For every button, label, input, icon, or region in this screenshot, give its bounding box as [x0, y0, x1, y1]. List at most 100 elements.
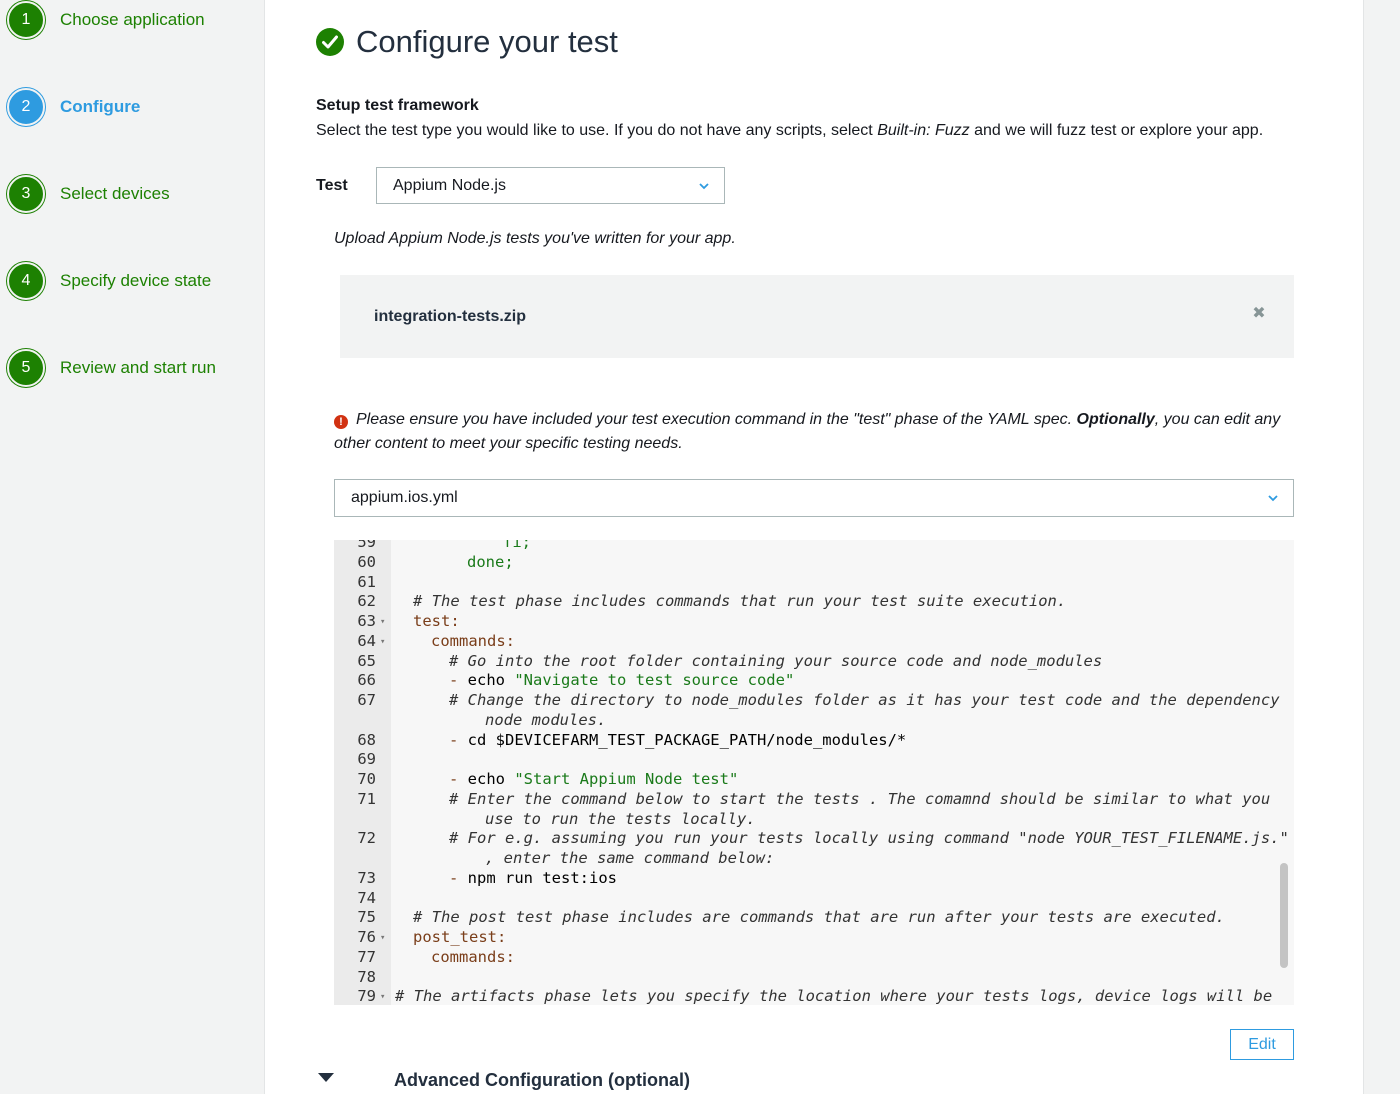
code-token: post_test: [413, 928, 507, 946]
step-configure[interactable]: 2 Configure [7, 87, 140, 127]
step-label: Configure [60, 97, 141, 116]
code-token: commands: [431, 631, 515, 650]
line-number: 61 [357, 572, 376, 591]
yaml-spec-value: appium.ios.yml [351, 489, 458, 506]
wizard-sidebar: 1 Choose application 2 Configure 3 Selec… [0, 0, 264, 1094]
line-number: 63 [357, 612, 376, 630]
error-icon: ! [334, 415, 348, 429]
code-token: "Navigate to test source code" [514, 671, 795, 690]
code-line: # The test phase includes commands that … [413, 592, 1066, 610]
warning-text: Please ensure you have included your tes… [356, 411, 1077, 428]
code-line: , enter the same command below: [485, 849, 774, 867]
code-line: # The post test phase includes are comma… [413, 908, 1225, 926]
line-number: 66 [357, 671, 376, 690]
close-icon[interactable]: ✖ [1250, 304, 1268, 322]
step-number: 4 [7, 262, 45, 300]
code-token: npm run test:ios [467, 868, 617, 887]
file-name: integration-tests.zip [374, 308, 527, 325]
upload-note: Upload Appium Node.js tests you've writt… [334, 230, 736, 247]
yaml-code-editor[interactable]: 59 fi; 60 done; 61 62 # The test phase include… [334, 540, 1294, 1005]
line-number: 75 [357, 908, 376, 927]
check-circle-icon [316, 28, 344, 56]
uploaded-file: integration-tests.zip ✖ [340, 275, 1294, 358]
fold-toggle-icon[interactable]: ▾ [380, 637, 385, 647]
code-line: use to run the tests locally. [485, 810, 756, 828]
code-line: # For e.g. assuming you run your tests l… [449, 829, 1289, 847]
editor-scrollbar[interactable] [1280, 863, 1288, 968]
test-type-select[interactable]: Appium Node.js [376, 167, 725, 204]
line-number: 71 [357, 789, 376, 808]
line-number: 60 [357, 552, 376, 571]
code-line: # The artifacts phase lets you specify t… [395, 987, 1272, 1005]
line-number: 74 [357, 888, 376, 907]
code-line: test: [413, 612, 460, 630]
fold-toggle-icon[interactable]: ▾ [380, 933, 385, 943]
code-token: use to run the tests locally. [485, 809, 756, 828]
code-line: post_test: [413, 928, 506, 946]
code-token: node modules. [485, 710, 607, 729]
code-token: fi; [503, 540, 531, 551]
yaml-spec-select[interactable]: appium.ios.yml [334, 479, 1294, 517]
title-row: Configure your test [316, 24, 618, 60]
code-token: # Change the directory to node_modules f… [449, 691, 1280, 709]
step-label: Review and start run [60, 358, 216, 377]
line-number: 65 [357, 651, 376, 670]
code-token: done; [467, 552, 514, 571]
code-line: - echo "Start Appium Node test" [449, 770, 738, 788]
line-number: 79 [357, 987, 376, 1005]
code-token: # Go into the root folder containing you… [449, 651, 1103, 670]
line-number: 59 [357, 540, 376, 551]
step-number: 3 [7, 175, 45, 213]
code-token: cd $DEVICEFARM_TEST_PACKAGE_PATH/node_mo… [467, 730, 907, 749]
code-line: - echo "Navigate to test source code" [449, 671, 794, 689]
line-number: 70 [357, 770, 376, 788]
code-line: # Go into the root folder containing you… [449, 652, 1102, 670]
code-line: # Enter the command below to start the t… [449, 790, 1270, 808]
code-token: , enter the same command below: [485, 849, 775, 867]
section-heading: Setup test framework [316, 97, 479, 114]
test-label: Test [316, 177, 348, 194]
step-review-and-start-run[interactable]: 5 Review and start run [7, 348, 216, 388]
warning-message: ! Please ensure you have included your te… [334, 408, 1294, 456]
line-number: 73 [357, 868, 376, 887]
warning-bold: Optionally [1076, 411, 1155, 428]
line-number: 69 [357, 750, 376, 769]
code-line: commands: [431, 948, 515, 966]
line-number: 68 [357, 730, 376, 749]
fold-toggle-icon[interactable]: ▾ [380, 992, 385, 1002]
code-token: # The post test phase includes are comma… [413, 908, 1225, 927]
step-number: 5 [7, 349, 45, 387]
step-select-devices[interactable]: 3 Select devices [7, 174, 170, 214]
code-line: # Change the directory to node_modules f… [449, 691, 1280, 709]
step-label: Choose application [60, 10, 205, 29]
desc-emphasis: Built-in: Fuzz [877, 122, 970, 139]
step-number: 2 [7, 88, 45, 126]
step-specify-device-state[interactable]: 4 Specify device state [7, 261, 211, 301]
step-choose-application[interactable]: 1 Choose application [7, 0, 205, 40]
code-line: - npm run test:ios [449, 869, 617, 887]
code-token: "Start Appium Node test" [514, 770, 739, 788]
code-token: - [449, 770, 468, 788]
code-token: test: [413, 612, 460, 630]
line-number: 64 [357, 631, 376, 650]
step-number: 1 [7, 1, 45, 39]
code-token: # For e.g. assuming you run your tests l… [449, 829, 1289, 848]
code-token: # Enter the command below to start the t… [449, 789, 1271, 808]
fold-toggle-icon[interactable]: ▾ [380, 617, 385, 627]
section-description: Select the test type you would like to u… [316, 122, 1263, 140]
configure-panel: Configure your test Setup test framework… [264, 0, 1364, 1094]
chevron-down-icon [699, 182, 709, 189]
code-token: # The test phase includes commands that … [413, 592, 1067, 611]
code-line: commands: [431, 632, 515, 650]
edit-button[interactable]: Edit [1230, 1029, 1294, 1060]
caret-down-icon[interactable] [318, 1073, 334, 1082]
code-line: - cd $DEVICEFARM_TEST_PACKAGE_PATH/node_… [449, 731, 906, 749]
code-line: fi; [503, 540, 531, 551]
code-token: # The artifacts phase lets you specify t… [395, 987, 1273, 1005]
code-token: echo [467, 770, 515, 788]
step-label: Specify device state [60, 271, 212, 290]
line-number: 67 [357, 691, 376, 709]
code-token: - [449, 868, 468, 887]
desc-text: Select the test type you would like to u… [316, 122, 878, 139]
advanced-configuration-toggle[interactable]: Advanced Configuration (optional) [394, 1070, 690, 1091]
